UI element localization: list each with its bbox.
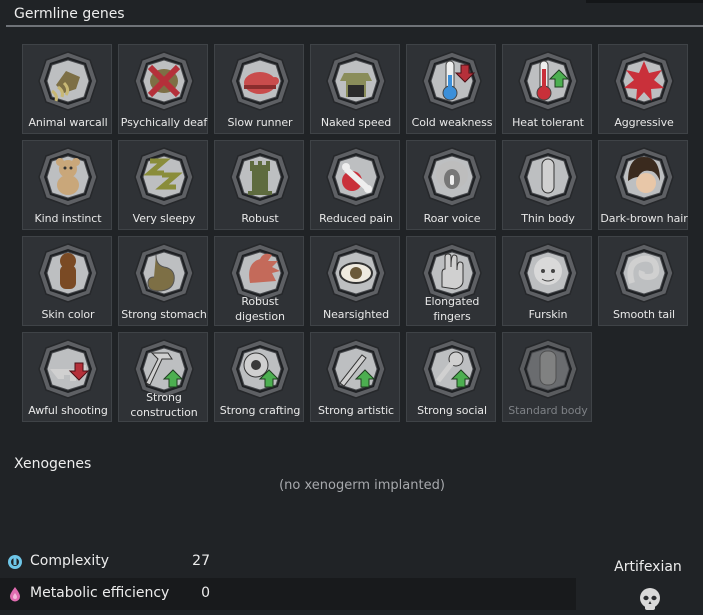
gene-label: Robust [241,212,279,225]
stat-name: Metabolic efficiency [30,585,170,601]
gene-tile-dark-brown-hair[interactable]: Dark-brown hair [598,140,688,230]
slow-runner-icon [230,51,290,111]
gene-label: Elongated fingers [424,295,480,323]
germline-genes-title: Germline genes [14,6,125,22]
gene-tile-awful-shooting[interactable]: Awful shooting [22,332,112,422]
thin-body-icon [518,147,578,207]
gene-label: Strong construction [130,391,198,419]
gene-label: Robust digestion [235,295,285,323]
gene-tile-strong-stomach[interactable]: Strong stomach [118,236,208,326]
gene-tile-strong-crafting[interactable]: Strong crafting [214,332,304,422]
gene-tile-smooth-tail[interactable]: Smooth tail [598,236,688,326]
gene-tile-furskin[interactable]: Furskin [502,236,592,326]
gene-tile-psychically-deaf[interactable]: Psychically deaf [118,44,208,134]
naked-speed-icon [326,51,386,111]
animal-warcall-icon [38,51,98,111]
gene-tile-aggressive[interactable]: Aggressive [598,44,688,134]
gene-tile-very-sleepy[interactable]: Very sleepy [118,140,208,230]
gene-label: Animal warcall [28,116,108,129]
dark-brown-hair-icon [614,147,674,207]
gene-label: Roar voice [423,212,481,225]
germline-header: Germline genes [0,0,703,28]
top-right-bar [586,0,703,3]
gene-label: Dark-brown hair [600,212,688,225]
gene-label: Naked speed [320,116,392,129]
gene-tile-heat-tolerant[interactable]: Heat tolerant [502,44,592,134]
gene-tile-nearsighted[interactable]: Nearsighted [310,236,400,326]
robust-icon [230,147,290,207]
gene-tile-thin-body[interactable]: Thin body [502,140,592,230]
very-sleepy-icon [134,147,194,207]
strong-artistic-icon [326,339,386,399]
germline-gene-grid: Animal warcall Psychically deaf Slow run… [22,44,694,424]
furskin-icon [518,243,578,303]
gene-tile-robust[interactable]: Robust [214,140,304,230]
gene-tile-kind-instinct[interactable]: Kind instinct [22,140,112,230]
gene-tile-strong-construction[interactable]: Strong construction [118,332,208,422]
gene-label: Standard body [508,404,588,417]
gene-label: Reduced pain [319,212,393,225]
gene-label: Strong artistic [317,404,395,417]
gene-tile-robust-digestion[interactable]: Robust digestion [214,236,304,326]
stat-row-complexity: Complexity 27 [0,546,576,578]
xenogenes-empty-text: (no xenogerm implanted) [279,478,445,493]
heat-tolerant-icon [518,51,578,111]
complexity-icon [8,555,22,569]
gene-tile-skin-color[interactable]: Skin color [22,236,112,326]
xenogenes-title: Xenogenes [14,456,92,472]
xenotype-name: Artifexian [614,559,682,575]
stat-value: 27 [192,553,210,569]
gene-label: Strong stomach [121,308,207,321]
stat-value: 0 [201,585,210,601]
gene-tile-cold-weakness[interactable]: Cold weakness [406,44,496,134]
gene-tile-strong-social[interactable]: Strong social [406,332,496,422]
cold-weakness-icon [422,51,482,111]
reduced-pain-icon [326,147,386,207]
gene-label: Very sleepy [132,212,196,225]
strong-stomach-icon [134,243,194,303]
gene-label: Aggressive [614,116,674,129]
gene-label: Furskin [528,308,568,321]
gene-tile-standard-body[interactable]: Standard body [502,332,592,422]
smooth-tail-icon [614,243,674,303]
nearsighted-icon [326,243,386,303]
gene-label: Smooth tail [612,308,675,321]
gene-tile-roar-voice[interactable]: Roar voice [406,140,496,230]
gene-tile-strong-artistic[interactable]: Strong artistic [310,332,400,422]
gene-tile-animal-warcall[interactable]: Animal warcall [22,44,112,134]
gene-label: Skin color [41,308,95,321]
gene-tile-elongated-fingers[interactable]: Elongated fingers [406,236,496,326]
gene-label: Heat tolerant [512,116,584,129]
standard-body-icon [518,339,578,399]
gene-label: Nearsighted [323,308,389,321]
gene-label: Cold weakness [411,116,493,129]
header-divider [6,25,703,27]
skin-color-icon [38,243,98,303]
gene-label: Awful shooting [28,404,108,417]
gene-tile-reduced-pain[interactable]: Reduced pain [310,140,400,230]
gene-label: Thin body [521,212,575,225]
roar-voice-icon [422,147,482,207]
kind-instinct-icon [38,147,98,207]
gene-label: Strong social [417,404,487,417]
stat-row-metabolic-efficiency: Metabolic efficiency 0 [0,578,576,610]
gene-label: Slow runner [227,116,293,129]
awful-shooting-icon [38,339,98,399]
metabolic-efficiency-icon [10,587,20,602]
strong-social-icon [422,339,482,399]
gene-label: Psychically deaf [120,116,208,129]
strong-crafting-icon [230,339,290,399]
gene-tile-naked-speed[interactable]: Naked speed [310,44,400,134]
stat-name: Complexity [30,553,110,569]
psychically-deaf-icon [134,51,194,111]
gene-label: Strong crafting [219,404,301,417]
aggressive-icon [614,51,674,111]
xenotype-skull-icon[interactable] [636,585,664,613]
gene-tile-slow-runner[interactable]: Slow runner [214,44,304,134]
gene-label: Kind instinct [34,212,102,225]
